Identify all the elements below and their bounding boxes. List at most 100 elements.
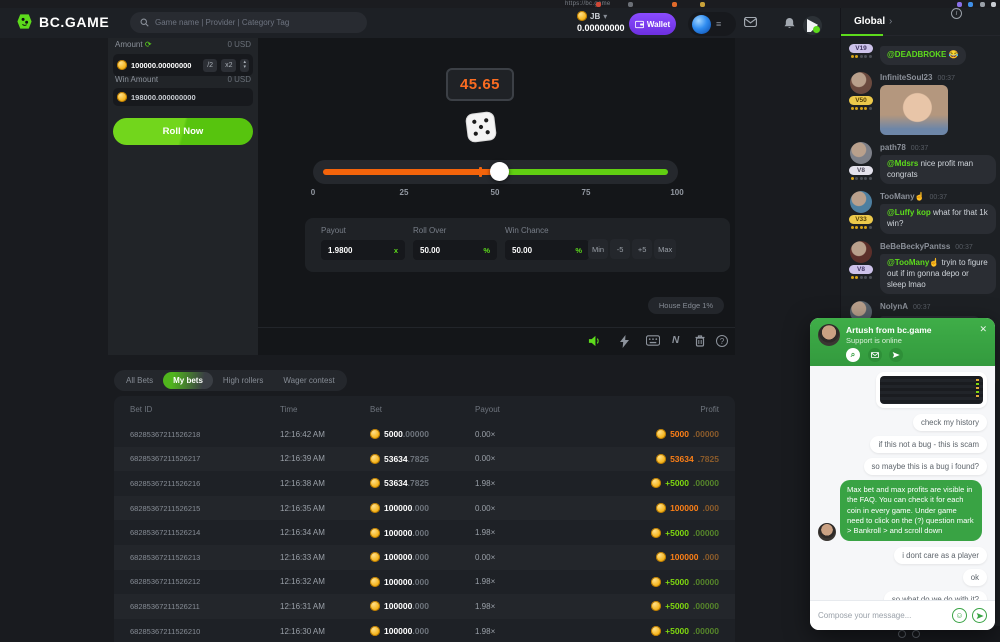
bet-parameters-panel: Payout 1.9800x Roll Over 50.00% Win Chan…	[305, 218, 730, 272]
roll-slider[interactable]	[313, 160, 678, 184]
support-status: Support is online	[846, 336, 902, 345]
extension-icon[interactable]	[957, 2, 962, 7]
bet-amount: 100000.000	[370, 577, 475, 587]
bet-payout: 1.98×	[475, 627, 585, 636]
browser-bar[interactable]: https://bc.game	[0, 0, 1000, 8]
avatar[interactable]	[692, 15, 711, 34]
chat-avatar[interactable]	[850, 191, 872, 213]
double-bet-button[interactable]: x2	[221, 59, 236, 72]
tab-wager-contest[interactable]: Wager contest	[273, 372, 344, 389]
min-button[interactable]: Min	[588, 239, 608, 259]
currency-toggle-icon[interactable]: ⟳	[145, 40, 152, 49]
volume-icon[interactable]	[588, 335, 601, 347]
chat-room-title[interactable]: Global	[854, 16, 885, 27]
bet-row[interactable]: 6828536721152621312:16:33 AM100000.0000.…	[114, 545, 735, 570]
support-mail-icon[interactable]	[868, 348, 882, 362]
payout-input[interactable]: 1.9800x	[321, 240, 405, 260]
help-icon[interactable]: ?	[716, 335, 728, 347]
support-user-message: ok	[963, 569, 987, 586]
browser-icon[interactable]	[672, 2, 677, 7]
half-bet-button[interactable]: /2	[203, 59, 217, 72]
amount-stepper[interactable]: ▴▾	[240, 59, 249, 72]
slider-handle[interactable]	[490, 162, 509, 181]
scale-tick: 75	[582, 188, 591, 197]
bet-amount: 100000.000	[370, 528, 475, 538]
chat-message-body: path7800:37@Mdsrs nice profit man congra…	[880, 142, 996, 185]
chevron-right-icon[interactable]: ›	[889, 16, 892, 27]
compose-input[interactable]: Compose your message...	[818, 611, 947, 620]
chat-message-header: BeBeBeckyPantss00:37	[880, 242, 996, 251]
chat-message: V33TooMany☝00:37@Luffy kop what for that…	[847, 191, 996, 234]
win-amount-usd-value: 0 USD	[227, 75, 251, 84]
bet-row[interactable]: 6828536721152621012:16:30 AM100000.0001.…	[114, 619, 735, 642]
close-support-icon[interactable]: ✕	[979, 324, 987, 335]
level-dots	[851, 226, 872, 229]
bet-time: 12:16:35 AM	[280, 504, 370, 513]
browser-icon[interactable]	[628, 2, 633, 7]
verify-seed-icon[interactable]	[695, 335, 705, 347]
bet-row[interactable]: 6828536721152621812:16:42 AM5000.000000.…	[114, 422, 735, 447]
support-search-icon[interactable]: ⌕	[846, 348, 860, 362]
roll-over-input[interactable]: 50.00%	[413, 240, 497, 260]
bet-profit: 100000.000	[656, 552, 719, 562]
tab-high-rollers[interactable]: High rollers	[213, 372, 273, 389]
bet-id: 68285367211526211	[130, 602, 280, 611]
browser-icon[interactable]	[700, 2, 705, 7]
browser-icon[interactable]	[596, 2, 601, 7]
bet-row[interactable]: 6828536721152621412:16:34 AM100000.0001.…	[114, 520, 735, 545]
support-agent-avatar	[818, 324, 840, 346]
menu-icon: ≡	[716, 19, 722, 29]
chat-image-attachment[interactable]	[880, 85, 948, 135]
col-bet: Bet	[370, 405, 475, 414]
bet-time: 12:16:30 AM	[280, 627, 370, 636]
wallet-button[interactable]: Wallet	[629, 13, 676, 35]
bet-id: 68285367211526217	[130, 454, 280, 463]
bet-profit: 5000.00000	[656, 429, 719, 439]
bet-row[interactable]: 6828536721152621112:16:31 AM100000.0001.…	[114, 594, 735, 619]
tab-all-bets[interactable]: All Bets	[116, 372, 163, 389]
chat-avatar[interactable]	[850, 72, 872, 94]
bc-game-logo[interactable]: BC.GAME	[16, 13, 109, 30]
bet-row[interactable]: 6828536721152621612:16:38 AM53634.78251.…	[114, 471, 735, 496]
support-agent-name: Artush from bc.game	[846, 325, 932, 335]
hotkeys-keyboard-icon[interactable]	[646, 335, 660, 346]
extension-icon[interactable]	[991, 2, 996, 7]
compose-emoji-icon[interactable]: ☺	[952, 608, 967, 623]
url-text: https://bc.game	[565, 1, 611, 7]
trends-icon[interactable]: N	[672, 335, 678, 346]
notifications-bell-icon[interactable]	[784, 17, 795, 29]
step-down-icon[interactable]: ▾	[243, 65, 246, 71]
plus-5-button[interactable]: +5	[632, 239, 652, 259]
bet-id: 68285367211526216	[130, 479, 280, 488]
profile-menu[interactable]: ≡	[688, 12, 736, 36]
amount-label: Amount ⟳	[115, 40, 152, 49]
tab-my-bets[interactable]: My bets	[163, 372, 213, 389]
win-chance-input[interactable]: 50.00%	[505, 240, 589, 260]
messages-icon[interactable]	[744, 17, 757, 27]
bonus-spin-icon[interactable]	[803, 16, 822, 35]
turbo-bolt-icon[interactable]	[620, 335, 629, 348]
chat-avatar[interactable]	[850, 142, 872, 164]
support-user-message: so maybe this is a bug i found?	[864, 458, 988, 475]
scale-tick: 50	[491, 188, 500, 197]
chat-rules-icon[interactable]: i	[951, 8, 962, 19]
extension-icon[interactable]	[980, 2, 985, 7]
bet-profit: +5000.00000	[651, 478, 719, 488]
bet-row[interactable]: 6828536721152621512:16:35 AM100000.0000.…	[114, 496, 735, 521]
roll-now-button[interactable]: Roll Now	[113, 118, 253, 145]
max-button[interactable]: Max	[654, 239, 676, 259]
bet-row[interactable]: 6828536721152621712:16:39 AM53634.78250.…	[114, 447, 735, 472]
support-telegram-icon[interactable]	[889, 348, 903, 362]
bet-amount-input[interactable]: 100000.00000000 /2 x2 ▴▾	[113, 54, 253, 76]
bet-row[interactable]: 6828536721152621212:16:32 AM100000.0001.…	[114, 570, 735, 595]
emoji-icon[interactable]	[898, 630, 906, 638]
extension-icon[interactable]	[968, 2, 973, 7]
bet-payout: 0.00×	[475, 454, 585, 463]
support-user-message: if this not a bug - this is scam	[870, 436, 987, 453]
minus-5-button[interactable]: -5	[610, 239, 630, 259]
search-input[interactable]: Game name | Provider | Category Tag	[130, 12, 367, 33]
gif-icon[interactable]	[912, 630, 920, 638]
compose-send-icon[interactable]	[972, 608, 987, 623]
win-amount-input[interactable]: 198000.000000000	[113, 88, 253, 106]
chat-avatar[interactable]	[850, 241, 872, 263]
